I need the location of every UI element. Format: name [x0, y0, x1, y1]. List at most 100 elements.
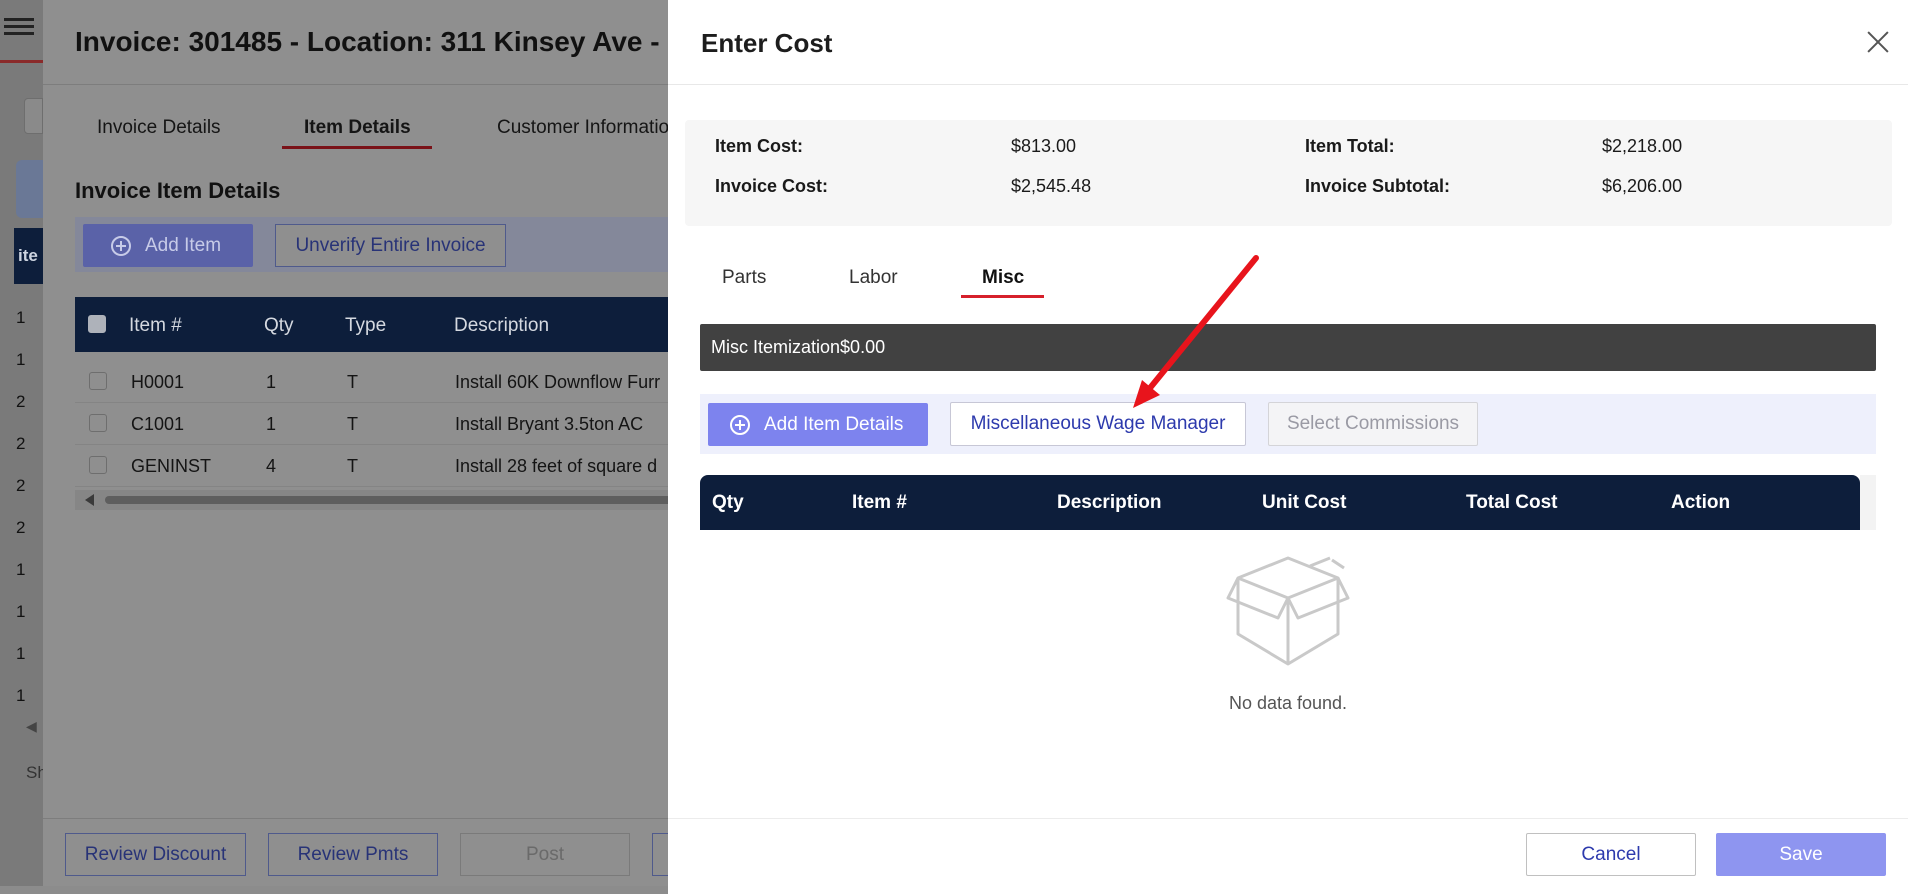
row-number: 2: [16, 434, 26, 453]
add-item-button[interactable]: Add Item: [83, 224, 253, 267]
active-tab-indicator: [961, 295, 1044, 298]
save-button[interactable]: Save: [1716, 833, 1886, 876]
tab-item-details[interactable]: Item Details: [304, 117, 411, 139]
tab-misc[interactable]: Misc: [982, 267, 1024, 289]
item-cost-label: Item Cost:: [715, 136, 804, 156]
cell-description: Install 28 feet of square d: [455, 456, 658, 476]
plus-circle-icon: [111, 235, 131, 256]
column-header[interactable]: Item #: [129, 315, 182, 337]
sidebar-search-input[interactable]: [24, 98, 43, 134]
horizontal-scrollbar[interactable]: [75, 490, 675, 510]
column-header-action[interactable]: Action: [1671, 492, 1730, 514]
empty-state-text: No data found.: [1228, 693, 1348, 713]
cell-qty: 1: [266, 372, 277, 392]
cell-description: Install 60K Downflow Furr: [455, 372, 661, 392]
itemization-amount: $0.00: [840, 337, 886, 357]
row-number: 2: [16, 476, 26, 495]
invoice-subtotal-label: Invoice Subtotal:: [1305, 176, 1451, 196]
item-cost-value: $813.00: [1011, 136, 1077, 156]
cell-type: T: [347, 414, 358, 434]
column-header-total-cost[interactable]: Total Cost: [1466, 492, 1557, 514]
row-number: 1: [16, 686, 26, 705]
cell-type: T: [347, 456, 358, 476]
misc-itemization-bar: Misc Itemization$0.00: [700, 324, 1876, 371]
tab-invoice-details[interactable]: Invoice Details: [97, 117, 221, 139]
invoice-cost-label: Invoice Cost:: [715, 176, 829, 196]
invoice-page: Invoice: 301485 - Location: 311 Kinsey A…: [43, 0, 705, 886]
row-number: 1: [16, 602, 26, 621]
close-icon[interactable]: [1866, 30, 1890, 54]
table-header-tail: [1860, 475, 1876, 530]
enter-cost-drawer: Enter Cost Item Cost: $813.00 Item Total…: [668, 0, 1908, 894]
cell-qty: 1: [266, 414, 277, 434]
cell-item: GENINST: [131, 456, 212, 476]
itemization-label: Misc Itemization: [711, 337, 841, 357]
review-pmts-button[interactable]: Review Pmts: [268, 833, 438, 876]
row-number: 1: [16, 308, 26, 327]
add-item-label: Add Item: [145, 234, 222, 256]
row-number: 1: [16, 560, 26, 579]
sidebar-button[interactable]: [16, 160, 43, 218]
misc-table-header: Qty Item # Description Unit Cost Total C…: [700, 475, 1860, 530]
cell-description: Install Bryant 3.5ton AC: [455, 414, 644, 434]
column-header[interactable]: Type: [345, 315, 386, 337]
drawer-title: Enter Cost: [701, 28, 833, 58]
unverify-invoice-button[interactable]: Unverify Entire Invoice: [275, 224, 506, 267]
table-row[interactable]: C1001 1 T Install Bryant 3.5ton AC: [75, 403, 675, 445]
post-button[interactable]: Post: [460, 833, 630, 876]
plus-circle-icon: [730, 414, 750, 435]
column-header-item[interactable]: Item #: [852, 492, 907, 514]
sidebar-divider: [0, 60, 43, 63]
column-header[interactable]: Qty: [264, 315, 294, 337]
scroll-left-icon[interactable]: ◀: [26, 718, 37, 735]
table-row[interactable]: GENINST 4 T Install 28 feet of square d: [75, 445, 675, 487]
add-item-details-label: Add Item Details: [764, 413, 904, 435]
review-discount-button[interactable]: Review Discount: [65, 833, 246, 876]
cell-item: H0001: [131, 372, 185, 392]
items-table-header: Item # Qty Type Description: [75, 297, 675, 352]
bottom-strip: [0, 886, 668, 894]
row-checkbox[interactable]: [89, 414, 107, 432]
divider: [668, 818, 1908, 819]
column-header-unit-cost[interactable]: Unit Cost: [1262, 492, 1346, 514]
select-commissions-button[interactable]: Select Commissions: [1268, 402, 1478, 446]
divider: [43, 84, 668, 85]
table-row[interactable]: H0001 1 T Install 60K Downflow Furr: [75, 361, 675, 403]
empty-box-icon: [1226, 556, 1350, 666]
left-sidebar: ite 1 1 2 2 2 2 1 1 1 1 ◀ Sh: [0, 0, 47, 894]
cost-summary: Item Cost: $813.00 Item Total: $2,218.00…: [685, 120, 1892, 226]
sidebar-nav-header: ite: [14, 228, 43, 284]
row-checkbox[interactable]: [89, 372, 107, 390]
select-all-checkbox[interactable]: [88, 315, 106, 333]
item-total-value: $2,218.00: [1602, 136, 1683, 156]
invoice-cost-value: $2,545.48: [1011, 176, 1092, 196]
tab-labor[interactable]: Labor: [849, 267, 898, 289]
cell-item: C1001: [131, 414, 185, 434]
section-title: Invoice Item Details: [75, 178, 281, 203]
row-number: 1: [16, 644, 26, 663]
column-header[interactable]: Description: [454, 315, 549, 337]
tab-customer-information[interactable]: Customer Informatio: [497, 117, 669, 139]
miscellaneous-wage-manager-button[interactable]: Miscellaneous Wage Manager: [950, 402, 1246, 446]
row-number: 2: [16, 392, 26, 411]
divider: [43, 818, 668, 819]
scroll-left-icon[interactable]: [85, 494, 94, 506]
row-number: 1: [16, 350, 26, 369]
column-header-description[interactable]: Description: [1057, 492, 1162, 514]
page-title: Invoice: 301485 - Location: 311 Kinsey A…: [75, 26, 705, 57]
tab-parts[interactable]: Parts: [722, 267, 766, 289]
add-item-details-button[interactable]: Add Item Details: [708, 403, 928, 446]
column-header-qty[interactable]: Qty: [712, 492, 744, 514]
row-checkbox[interactable]: [89, 456, 107, 474]
item-total-label: Item Total:: [1305, 136, 1395, 156]
cell-type: T: [347, 372, 358, 392]
active-tab-indicator: [282, 146, 432, 149]
misc-action-bar: Add Item Details Miscellaneous Wage Mana…: [700, 394, 1876, 454]
invoice-subtotal-value: $6,206.00: [1602, 176, 1683, 196]
menu-icon[interactable]: [4, 14, 34, 42]
divider: [668, 84, 1908, 85]
cancel-button[interactable]: Cancel: [1526, 833, 1696, 876]
scrollbar-thumb[interactable]: [105, 496, 675, 504]
cell-qty: 4: [266, 456, 277, 476]
row-number: 2: [16, 518, 26, 537]
